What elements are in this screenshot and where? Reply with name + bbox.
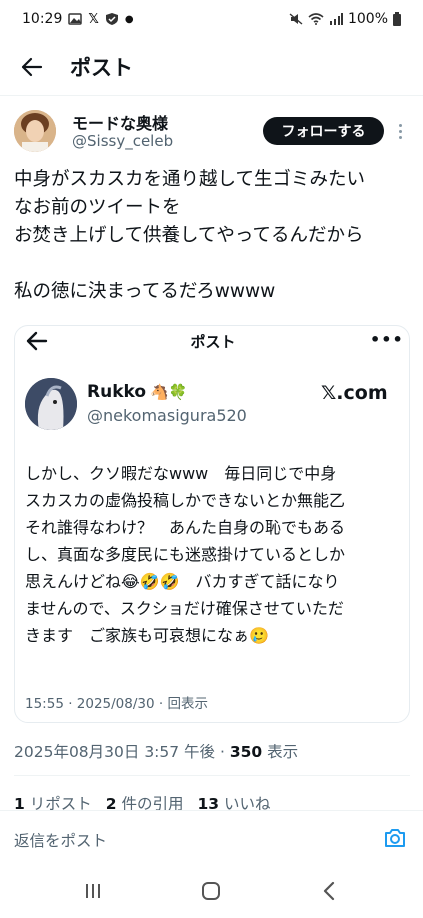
quoted-line: ませんので、スクショだけ確保させていただ xyxy=(25,599,344,618)
home-button[interactable] xyxy=(200,880,222,902)
x-com-badge: 𝕏.com xyxy=(321,382,388,404)
quoted-name: Rukko 🐴🍀 xyxy=(87,382,187,402)
home-icon xyxy=(202,882,220,900)
battery-percent: 100% xyxy=(347,11,388,27)
author-handle[interactable]: @Sissy_celeb xyxy=(72,132,173,150)
follow-button[interactable]: フォローする xyxy=(263,117,384,145)
back-arrow-icon xyxy=(21,57,43,76)
post-meta: 2025年08月30日 3:57 午後 · 350 表示 xyxy=(14,740,298,762)
more-vertical-icon xyxy=(398,123,402,127)
views-label: 表示 xyxy=(262,743,299,761)
mute-icon xyxy=(289,13,303,25)
quoted-line: し、真面な多度民にも迷惑掛けているとしか xyxy=(25,545,346,564)
avatar-image xyxy=(25,378,77,430)
quoted-line: 思えんけどね😂🤣🤣 バカすぎて話になり xyxy=(25,572,340,591)
quoted-header-title: ポスト xyxy=(190,333,236,351)
gallery-icon xyxy=(68,13,83,25)
back-button[interactable] xyxy=(2,38,62,96)
page-title: ポスト xyxy=(70,55,133,80)
author-avatar[interactable] xyxy=(14,110,56,152)
quoted-text: しかし、クソ暇だなwww 毎日同じで中身 スカスカの虚偽投稿しかできないとか無能… xyxy=(25,460,407,649)
divider xyxy=(14,775,410,776)
status-time: 10:29 xyxy=(22,11,63,27)
author-name[interactable]: モードな奥様 xyxy=(72,110,168,134)
quoted-header: ポスト ••• xyxy=(15,326,409,356)
reply-bar: 返信をポスト xyxy=(0,810,423,862)
tweet-text: 中身がスカスカを通り越して生ゴミみたい なお前のツイートを お焚き上げして供養し… xyxy=(14,169,365,302)
reply-input[interactable]: 返信をポスト xyxy=(14,829,107,851)
wifi-icon xyxy=(308,13,324,25)
views-count[interactable]: 350 xyxy=(230,743,262,761)
status-bar: 10:29 𝕏 ● 100% xyxy=(0,0,423,38)
signal-icon xyxy=(329,13,343,25)
quoted-line: しかし、クソ暇だなwww 毎日同じで中身 xyxy=(25,464,337,483)
camera-icon[interactable] xyxy=(383,827,407,849)
system-nav-bar xyxy=(0,862,423,918)
x-app-icon: 𝕏 xyxy=(88,11,99,27)
quoted-line: きます ご家族も可哀想になぁ🥲 xyxy=(25,626,269,645)
quoted-line: それ誰得なわけ？ あんた自身の恥でもある xyxy=(25,518,346,537)
dot-icon: ● xyxy=(124,13,134,25)
quoted-handle: @nekomasigura520 xyxy=(87,406,247,425)
recent-apps-icon xyxy=(86,884,100,898)
back-nav-icon xyxy=(323,881,335,901)
quoted-name-emoji: 🐴🍀 xyxy=(150,383,188,401)
quoted-timestamp: 15:55 · 2025/08/30 · 回表示 xyxy=(25,696,208,712)
quoted-line: スカスカの虚偽投稿しかできないとか無能乙 xyxy=(25,491,346,510)
top-bar: ポスト xyxy=(0,38,423,96)
quoted-avatar xyxy=(25,378,77,430)
more-options-button[interactable] xyxy=(392,118,408,144)
nav-back-button[interactable] xyxy=(318,880,340,902)
post-date: 2025年08月30日 3:57 午後 · xyxy=(14,743,230,761)
more-horizontal-icon: ••• xyxy=(370,330,404,349)
recent-apps-button[interactable] xyxy=(82,880,104,902)
quoted-post-card[interactable]: ポスト ••• Rukko 🐴🍀 @nekomasigura520 𝕏.com … xyxy=(14,325,410,723)
quoted-name-text: Rukko xyxy=(87,382,147,402)
battery-icon xyxy=(393,12,401,26)
avatar-image xyxy=(14,110,56,152)
author-row: モードな奥様 @Sissy_celeb フォローする xyxy=(0,104,423,156)
shield-icon xyxy=(105,13,118,25)
